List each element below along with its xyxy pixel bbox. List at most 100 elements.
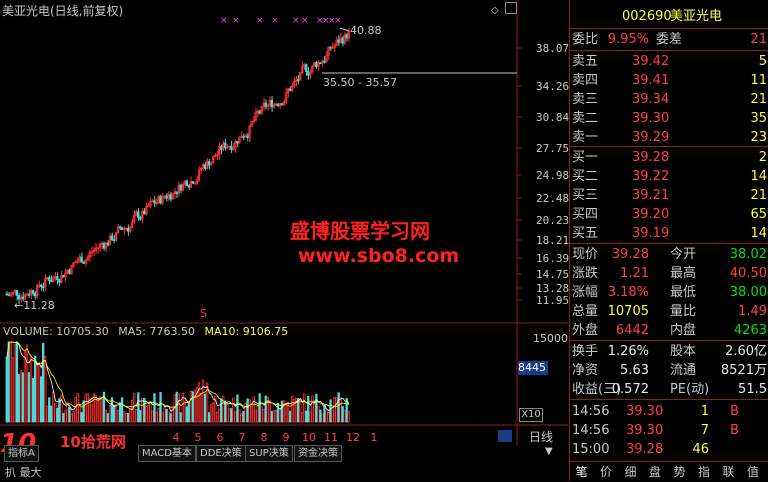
candle-body: [337, 39, 340, 43]
quote-tab[interactable]: 势: [668, 463, 691, 482]
volume-bar: [116, 410, 120, 423]
volume-bar: [299, 399, 302, 423]
buy-row[interactable]: 买三 39.21 21: [570, 186, 768, 205]
volume-bar: [100, 397, 104, 423]
volume-bar: [15, 341, 19, 423]
tab-dde[interactable]: DDE决策: [196, 445, 246, 462]
volume-bar: [191, 391, 195, 423]
sell-volume: 21: [750, 92, 767, 107]
tick-price: 39.30: [626, 404, 664, 419]
quote-tab[interactable]: 价: [595, 463, 618, 482]
buy-row[interactable]: 买一 39.28 2: [570, 148, 768, 167]
triangle-down-icon[interactable]: ▼: [545, 446, 553, 457]
sell-row[interactable]: 卖一 39.29 23: [570, 128, 768, 147]
volume-bar: [228, 408, 231, 423]
tab-fund[interactable]: 资金决策: [294, 445, 342, 462]
candle-body: [179, 184, 182, 191]
candle-body: [62, 275, 65, 278]
candle-body: [102, 243, 106, 249]
volume-bar: [339, 397, 342, 423]
info-value-2: 51.5: [738, 382, 767, 397]
volume-bar: [288, 410, 292, 423]
volume-bar: [122, 411, 126, 423]
quote-tab[interactable]: 盘: [644, 463, 667, 482]
diamond-icon[interactable]: ◇: [491, 5, 499, 16]
volume-bar: [189, 390, 193, 423]
tab-indicator[interactable]: 指标A: [4, 445, 39, 462]
buy-volume: 14: [750, 226, 767, 241]
volume-bar: [272, 410, 276, 423]
volume-bar: [7, 341, 10, 423]
sell-row[interactable]: 卖二 39.30 35: [570, 109, 768, 128]
candle-body: [329, 46, 332, 49]
volume-bar: [201, 379, 205, 423]
weibi-row: 委比 9.95% 委差 21: [570, 30, 768, 49]
tab-sup[interactable]: SUP决策: [245, 445, 293, 462]
buy-price: 39.19: [632, 226, 670, 241]
weibi-label: 委比: [572, 32, 599, 47]
tick-row: 14:56 39.30 7 B: [570, 421, 768, 440]
volume-bar: [341, 406, 344, 423]
quote-tab[interactable]: 联: [717, 463, 740, 482]
tab-macd[interactable]: MACD基本: [138, 445, 196, 462]
volume-bar: [317, 405, 320, 423]
volume-bar: [127, 412, 130, 423]
candle-body: [7, 294, 10, 297]
stock-code: 002690: [622, 9, 672, 24]
sell-row[interactable]: 卖四 39.41 11: [570, 71, 768, 90]
volume-bar: [230, 408, 233, 423]
tick-time: 14:56: [572, 423, 610, 438]
buy-row[interactable]: 买四 39.20 65: [570, 205, 768, 224]
quote-tabs: 笔价细盘势指联值: [570, 463, 768, 482]
candle-body: [159, 196, 162, 204]
month-labels: 4 5 6 7 8 9 10 11 12 1: [60, 431, 378, 444]
candle-body: [175, 191, 178, 194]
volume-bar: [268, 400, 271, 423]
volume-bar: [19, 370, 23, 423]
tick-direction: B: [730, 404, 739, 419]
volume-bar: [82, 400, 85, 423]
maximize-icon[interactable]: [505, 2, 517, 14]
volume-bar: [290, 396, 294, 423]
high-label: 40.88: [350, 24, 382, 37]
buy-volume: 65: [750, 207, 767, 222]
volume-bar: [207, 412, 211, 423]
volume-value: VOLUME: 10705.30: [3, 325, 109, 338]
volume-bar: [183, 398, 186, 423]
kline-chart-panel[interactable]: × × × × × × × × × × 40.88 ←11.28 35.50 - 35.57 S 美亚光电…: [0, 0, 569, 445]
volume-bar: [52, 391, 55, 423]
buy-volume: 2: [758, 150, 767, 165]
period-label[interactable]: 日线: [529, 428, 553, 445]
candle-body: [120, 227, 124, 231]
quote-tab[interactable]: 值: [742, 463, 765, 482]
volume-bar: [250, 406, 253, 423]
weicha-label: 委差: [656, 32, 683, 47]
buy-row[interactable]: 买五 39.19 14: [570, 224, 768, 243]
candle-body: [242, 136, 245, 138]
quote-tab[interactable]: 指: [693, 463, 716, 482]
candle-body: [264, 102, 267, 107]
volume-bar: [108, 405, 112, 423]
range-label: 35.50 - 35.57: [323, 76, 397, 89]
candle-body: [305, 64, 308, 73]
ma5-value: MA5: 7763.50: [118, 325, 195, 338]
sell-row[interactable]: 卖三 39.34 21: [570, 90, 768, 109]
volume-bar: [264, 395, 267, 423]
buy-row[interactable]: 买二 39.22 14: [570, 167, 768, 186]
volume-bar: [29, 355, 33, 423]
kline-chart[interactable]: × × × × × × ××××40.88←11.2835.50 - 35.57S: [0, 0, 568, 445]
candle-body: [220, 146, 223, 150]
candle-body: [42, 286, 45, 288]
quote-tab[interactable]: 细: [619, 463, 642, 482]
volume-bar: [68, 407, 71, 423]
volume-bar: [331, 409, 334, 423]
volume-bar: [129, 408, 132, 423]
month-label: 6: [216, 431, 224, 444]
candle-body: [48, 277, 51, 282]
volume-bar: [44, 355, 47, 423]
scroll-thumb[interactable]: [498, 430, 512, 442]
sell-row[interactable]: 卖五 39.42 5: [570, 52, 768, 71]
volume-bar: [232, 397, 235, 423]
volume-bar: [284, 402, 288, 423]
quote-tab[interactable]: 笔: [570, 463, 593, 482]
